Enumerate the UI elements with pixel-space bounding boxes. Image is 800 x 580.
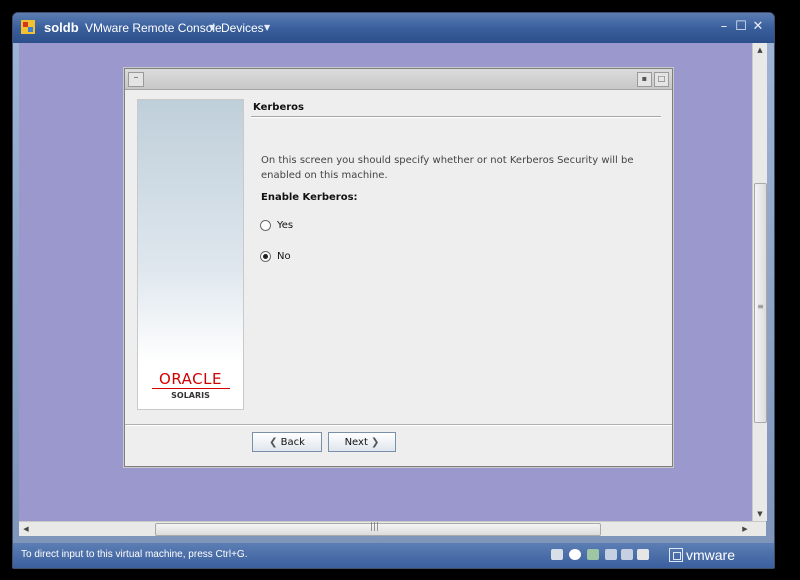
radio-option-no[interactable]: No	[260, 248, 291, 264]
network-icon[interactable]	[551, 549, 563, 560]
next-button-label: Next	[344, 436, 368, 448]
scroll-left-icon[interactable]: ◀	[19, 522, 33, 536]
app-menu[interactable]: VMware Remote Console	[85, 21, 222, 35]
scroll-up-icon[interactable]: ▲	[753, 43, 767, 57]
vmware-logo: vmware	[669, 547, 735, 563]
horizontal-scrollbar[interactable]: ◀ ||| ▶	[19, 521, 766, 536]
maximize-icon[interactable]: ☐	[733, 19, 749, 35]
dialog-title-bar: – ▪ □	[125, 69, 672, 90]
vertical-scroll-thumb[interactable]: ≡	[754, 183, 767, 423]
radio-button-yes[interactable]	[260, 219, 271, 231]
grip-icon: ≡	[757, 302, 764, 311]
dialog-menu-icon[interactable]: –	[128, 72, 144, 87]
status-message: To direct input to this virtual machine,…	[21, 549, 248, 560]
title-bar: soldb VMware Remote Console ▼ Devices ▼ …	[13, 13, 774, 43]
kerberos-dialog: – ▪ □ ORACLE SOLARIS Kerberos On this sc…	[124, 68, 673, 467]
chevron-left-icon: ❮	[269, 436, 278, 448]
status-bar: To direct input to this virtual machine,…	[13, 543, 774, 568]
chevron-right-icon: ❯	[371, 436, 380, 448]
close-icon[interactable]: ✕	[750, 19, 766, 35]
radio-button-no[interactable]	[260, 250, 271, 262]
radio-option-yes[interactable]: Yes	[260, 217, 293, 233]
enable-kerberos-label: Enable Kerberos:	[261, 192, 358, 203]
page-title: Kerberos	[253, 102, 304, 113]
cd-icon[interactable]	[569, 549, 581, 560]
dialog-maximize-icon[interactable]: □	[654, 72, 669, 87]
back-button-label: Back	[280, 436, 305, 448]
next-button[interactable]: Next ❯	[328, 432, 396, 452]
scroll-right-icon[interactable]: ▶	[738, 522, 752, 536]
floppy-icon[interactable]	[637, 549, 649, 560]
vertical-scrollbar[interactable]: ▲ ≡ ▼	[752, 43, 767, 521]
radio-label-no: No	[277, 250, 291, 262]
caret-down-icon[interactable]: ▼	[264, 23, 270, 32]
devices-menu[interactable]: Devices	[221, 21, 264, 35]
footer-divider	[125, 424, 672, 426]
header-divider	[251, 116, 661, 118]
horizontal-scroll-thumb[interactable]: |||	[155, 522, 601, 536]
radio-label-yes: Yes	[277, 219, 294, 231]
oracle-logo: ORACLE	[159, 370, 222, 388]
grip-icon: |||	[370, 522, 380, 532]
oracle-logo-rule	[152, 388, 230, 389]
minimize-icon[interactable]: –	[716, 19, 732, 35]
dialog-minimize-icon[interactable]: ▪	[637, 72, 652, 87]
disk-icon[interactable]	[621, 549, 633, 560]
caret-down-icon[interactable]: ▼	[209, 23, 215, 32]
usb-icon[interactable]	[587, 549, 599, 560]
scroll-down-icon[interactable]: ▼	[753, 507, 767, 521]
branding-panel: ORACLE SOLARIS	[137, 99, 244, 410]
solaris-label: SOLARIS	[171, 391, 210, 400]
vmware-logo-icon	[669, 548, 683, 562]
description-text: On this screen you should specify whethe…	[261, 155, 634, 181]
vmware-wordmark: vmware	[686, 547, 736, 563]
back-button[interactable]: ❮ Back	[252, 432, 322, 452]
vm-name: soldb	[44, 20, 79, 35]
app-icon	[21, 20, 35, 34]
disk-icon[interactable]	[605, 549, 617, 560]
